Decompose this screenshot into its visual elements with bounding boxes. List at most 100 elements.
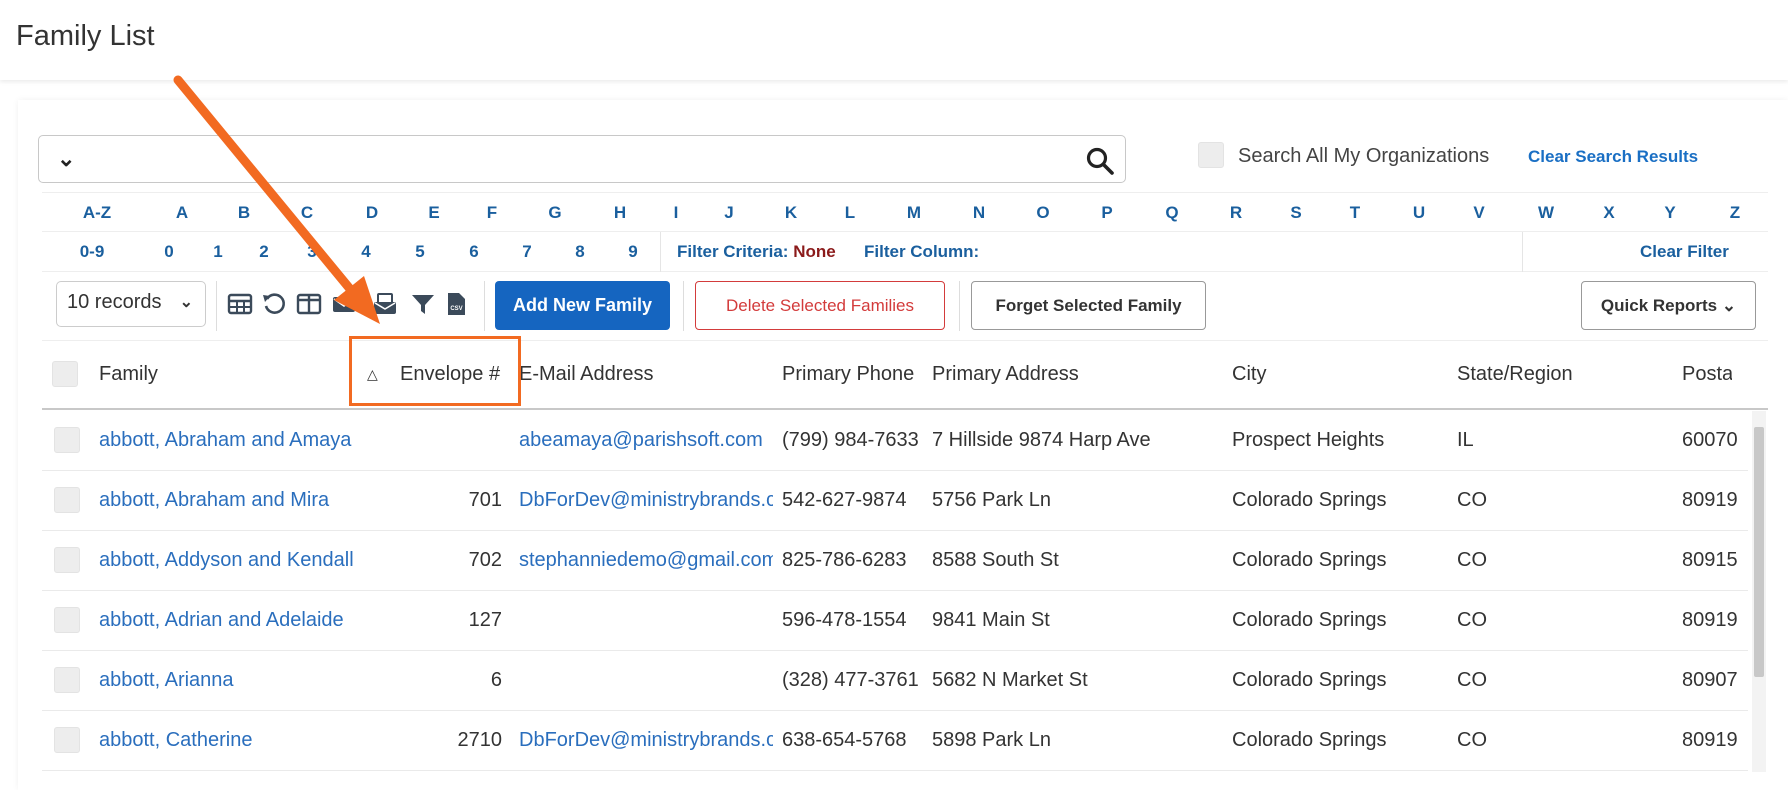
records-per-page-select[interactable]: 10 records ⌄	[56, 281, 206, 327]
table-row[interactable]: abbott, Catherine 2710 DbForDev@ministrybr…	[42, 711, 1748, 771]
table-row[interactable]: abbott, Abraham and Mira 701 DbForDev@mini…	[42, 471, 1748, 531]
alphabet-filter-d[interactable]: D	[366, 203, 378, 223]
filter-criteria[interactable]: Filter Criteria: None	[677, 242, 836, 262]
alphabet-filter-p[interactable]: P	[1101, 203, 1112, 223]
search-options-chevron-icon[interactable]: ⌄	[57, 146, 75, 172]
divider	[216, 281, 217, 331]
number-filter-8[interactable]: 8	[575, 242, 584, 262]
filter-column-label[interactable]: Filter Column:	[864, 242, 979, 262]
alphabet-filter-o[interactable]: O	[1036, 203, 1049, 223]
row-checkbox[interactable]	[54, 427, 80, 453]
forget-selected-family-button[interactable]: Forget Selected Family	[971, 281, 1206, 330]
page-title: Family List	[16, 20, 155, 52]
table-row[interactable]: abbott, Arianna 6 (328) 477-3761 5682 N Mar…	[42, 651, 1748, 711]
number-filter-4[interactable]: 4	[361, 242, 370, 262]
divider	[683, 281, 684, 331]
cell-family[interactable]: abbott, Addyson and Kendall	[99, 549, 439, 572]
filter-icon[interactable]	[410, 291, 436, 317]
clear-filter-link[interactable]: Clear Filter	[1640, 242, 1729, 262]
alphabet-filter-c[interactable]: C	[301, 203, 313, 223]
cell-email[interactable]: DbForDev@ministrybrands.com	[519, 489, 773, 512]
number-filter-9[interactable]: 9	[628, 242, 637, 262]
search-box[interactable]: ⌄	[38, 135, 1126, 183]
row-checkbox[interactable]	[54, 487, 80, 513]
number-filter-3[interactable]: 3	[307, 242, 316, 262]
column-header-postal[interactable]: Postal Code	[1682, 363, 1732, 386]
table-icon[interactable]	[227, 291, 253, 317]
number-filter-5[interactable]: 5	[415, 242, 424, 262]
alphabet-filter-y[interactable]: Y	[1664, 203, 1675, 223]
alphabet-filter-n[interactable]: N	[973, 203, 985, 223]
alphabet-filter-u[interactable]: U	[1413, 203, 1425, 223]
alphabet-filter-a[interactable]: A	[176, 203, 188, 223]
alphabet-filter-m[interactable]: M	[907, 203, 921, 223]
columns-icon[interactable]	[296, 291, 322, 317]
alphabet-filter-v[interactable]: V	[1473, 203, 1484, 223]
number-filter-7[interactable]: 7	[522, 242, 531, 262]
search-all-checkbox[interactable]	[1198, 142, 1224, 168]
quick-reports-button[interactable]: Quick Reports ⌄	[1581, 281, 1756, 330]
cell-family[interactable]: abbott, Arianna	[99, 669, 439, 692]
alphabet-filter-all[interactable]: A-Z	[83, 203, 111, 223]
number-filter-0[interactable]: 0	[164, 242, 173, 262]
table-row[interactable]: abbott, Adrian and Adelaide 127 596-478-15…	[42, 591, 1748, 651]
alphabet-filter-b[interactable]: B	[238, 203, 250, 223]
delete-selected-families-button[interactable]: Delete Selected Families	[695, 281, 945, 330]
column-header-family[interactable]: Family	[99, 363, 158, 386]
scrollbar-thumb[interactable]	[1754, 427, 1764, 677]
cell-email[interactable]: abeamaya@parishsoft.com	[519, 429, 773, 452]
alphabet-filter-h[interactable]: H	[614, 203, 626, 223]
alphabet-filter-i[interactable]: I	[674, 203, 679, 223]
divider	[660, 232, 661, 272]
alphabet-filter-z[interactable]: Z	[1730, 203, 1740, 223]
search-input[interactable]	[89, 144, 1049, 174]
number-filter-all[interactable]: 0-9	[80, 242, 105, 262]
add-new-family-button[interactable]: Add New Family	[495, 281, 670, 330]
mail-icon[interactable]	[331, 291, 357, 317]
row-checkbox[interactable]	[54, 547, 80, 573]
alphabet-filter-l[interactable]: L	[845, 203, 855, 223]
column-header-phone[interactable]: Primary Phone	[782, 363, 914, 386]
alphabet-filter-x[interactable]: X	[1603, 203, 1614, 223]
column-header-city[interactable]: City	[1232, 363, 1266, 386]
alphabet-filter-w[interactable]: W	[1538, 203, 1554, 223]
cell-address: 9841 Main St	[932, 609, 1050, 631]
clear-search-results-link[interactable]: Clear Search Results	[1528, 147, 1698, 167]
alphabet-filter-k[interactable]: K	[785, 203, 797, 223]
table-row[interactable]: abbott, Addyson and Kendall 702 stephannie…	[42, 531, 1748, 591]
select-all-checkbox[interactable]	[52, 361, 78, 387]
table-body: abbott, Abraham and Amaya abeamaya@parish…	[42, 411, 1748, 772]
chevron-down-icon: ⌄	[1721, 296, 1737, 315]
mail-merge-icon[interactable]	[372, 291, 398, 317]
column-header-state[interactable]: State/Region	[1457, 363, 1573, 386]
number-filter-1[interactable]: 1	[213, 242, 222, 262]
cell-family[interactable]: abbott, Abraham and Amaya	[99, 429, 439, 452]
cell-family[interactable]: abbott, Abraham and Mira	[99, 489, 439, 512]
row-checkbox[interactable]	[54, 727, 80, 753]
table-scrollbar[interactable]	[1752, 411, 1766, 772]
row-checkbox[interactable]	[54, 667, 80, 693]
row-checkbox[interactable]	[54, 607, 80, 633]
alphabet-filter-s[interactable]: S	[1290, 203, 1301, 223]
number-filter-6[interactable]: 6	[469, 242, 478, 262]
alphabet-filter-q[interactable]: Q	[1165, 203, 1178, 223]
alphabet-filter-r[interactable]: R	[1230, 203, 1242, 223]
alphabet-filter-e[interactable]: E	[428, 203, 439, 223]
number-filter-2[interactable]: 2	[259, 242, 268, 262]
cell-email[interactable]: DbForDev@ministrybrands.com	[519, 729, 773, 752]
refresh-icon[interactable]	[261, 291, 287, 317]
alphabet-filter-f[interactable]: F	[487, 203, 497, 223]
csv-icon[interactable]: CSV	[443, 291, 469, 317]
cell-family[interactable]: abbott, Catherine	[99, 729, 439, 752]
column-header-address[interactable]: Primary Address	[932, 363, 1079, 386]
cell-envelope: 6	[490, 669, 502, 691]
cell-email[interactable]: stephanniedemo@gmail.com	[519, 549, 773, 572]
cell-family[interactable]: abbott, Adrian and Adelaide	[99, 609, 439, 632]
column-header-email[interactable]: E-Mail Address	[519, 363, 654, 386]
alphabet-filter-g[interactable]: G	[548, 203, 561, 223]
search-icon[interactable]	[1085, 146, 1115, 176]
table-row[interactable]: abbott, Abraham and Amaya abeamaya@parish…	[42, 411, 1748, 471]
alphabet-filter-t[interactable]: T	[1350, 203, 1360, 223]
cell-address: 5756 Park Ln	[932, 489, 1051, 511]
alphabet-filter-j[interactable]: J	[724, 203, 733, 223]
